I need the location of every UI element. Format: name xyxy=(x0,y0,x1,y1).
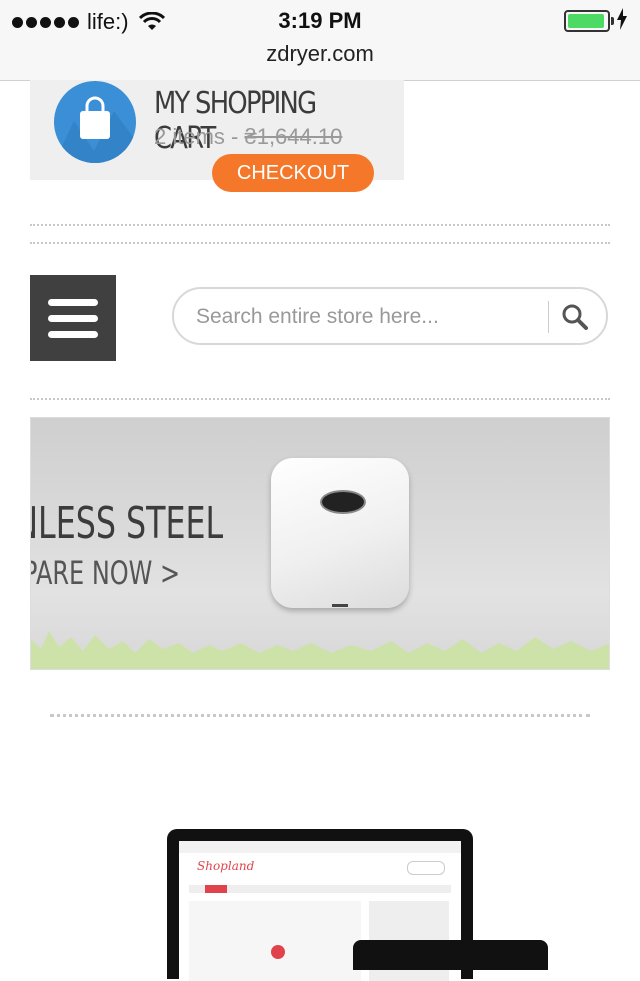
hamburger-icon xyxy=(48,299,98,306)
status-bar: life:) 3:19 PM zdryer.com xyxy=(0,0,640,81)
preview-logo: Shopland xyxy=(197,859,255,873)
checkout-button[interactable]: CHECKOUT xyxy=(212,154,374,192)
search-icon[interactable] xyxy=(558,300,592,334)
grass-decoration xyxy=(31,631,609,669)
cart-total: ₴1,644.10 xyxy=(244,124,343,149)
status-time: 3:19 PM xyxy=(278,8,362,33)
brand-logo-icon xyxy=(320,490,366,514)
hand-dryer-image xyxy=(271,458,409,608)
menu-button[interactable] xyxy=(30,275,116,361)
search-input[interactable] xyxy=(194,301,548,333)
charging-icon xyxy=(617,8,627,30)
hamburger-icon xyxy=(48,315,98,322)
divider xyxy=(50,714,590,717)
address-bar-url[interactable]: zdryer.com xyxy=(0,41,640,67)
cart-item-count: 2 items - xyxy=(154,124,245,149)
hamburger-icon xyxy=(48,331,98,338)
search-separator xyxy=(548,301,549,333)
divider xyxy=(30,224,610,226)
phone-preview-image xyxy=(353,940,548,970)
banner-cta-link[interactable]: PARE NOW > xyxy=(31,554,180,592)
search-box xyxy=(172,287,608,345)
divider xyxy=(30,242,610,244)
cart-summary: 2 items - ₴1,644.10 xyxy=(154,124,342,150)
shopping-bag-icon xyxy=(54,81,136,163)
battery-level xyxy=(568,14,604,28)
banner-heading: INLESS STEEL xyxy=(31,498,224,549)
divider xyxy=(30,398,610,400)
hero-banner[interactable]: INLESS STEEL PARE NOW > xyxy=(30,417,610,670)
battery-icon xyxy=(564,10,614,32)
